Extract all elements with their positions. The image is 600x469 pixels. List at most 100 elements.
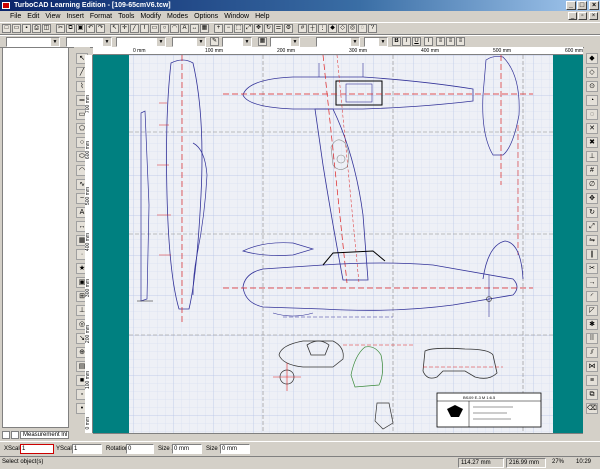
panel-tab-1[interactable] bbox=[2, 431, 10, 439]
grid-icon[interactable]: # bbox=[298, 24, 307, 33]
snap-icon[interactable]: ✛ bbox=[120, 24, 129, 33]
snap-mid-icon[interactable]: ◇ bbox=[338, 24, 347, 33]
menu-modes[interactable]: Modes bbox=[164, 11, 191, 22]
align-tool-icon[interactable]: ≡ bbox=[586, 375, 598, 386]
yscale-field[interactable]: 1 bbox=[72, 444, 102, 454]
menu-help[interactable]: Help bbox=[252, 11, 272, 22]
sizex-field[interactable]: 0 mm bbox=[172, 444, 202, 454]
snap-grid-icon[interactable]: ⋮ bbox=[318, 24, 327, 33]
break-tool-icon[interactable]: ⫽ bbox=[586, 347, 598, 358]
pen-style-combo[interactable] bbox=[116, 37, 166, 47]
mirror-tool-icon[interactable]: ⇋ bbox=[586, 235, 598, 246]
undo-icon[interactable]: ↶ bbox=[86, 24, 95, 33]
menu-format[interactable]: Format bbox=[87, 11, 115, 22]
explode-tool-icon[interactable]: ✱ bbox=[586, 319, 598, 330]
arc-icon[interactable]: ◠ bbox=[170, 24, 179, 33]
font-size-combo[interactable] bbox=[364, 37, 388, 47]
bold-icon[interactable]: B bbox=[392, 37, 401, 46]
zoom-out-icon[interactable]: − bbox=[224, 24, 233, 33]
snap-grid-icon[interactable]: # bbox=[586, 165, 598, 176]
snap-center-icon[interactable]: ⊙ bbox=[586, 81, 598, 92]
copy-icon[interactable]: ⧉ bbox=[66, 24, 75, 33]
menu-tools[interactable]: Tools bbox=[115, 11, 137, 22]
mdi-restore-button[interactable]: ▫ bbox=[578, 12, 587, 20]
snap-none-icon[interactable]: ∅ bbox=[586, 179, 598, 190]
delete-tool-icon[interactable]: ⌫ bbox=[586, 403, 598, 414]
hatch-icon[interactable]: ▦ bbox=[200, 24, 209, 33]
snap-tangent-icon[interactable]: ◌ bbox=[586, 109, 598, 120]
menu-modify[interactable]: Modify bbox=[137, 11, 164, 22]
font-combo[interactable] bbox=[316, 37, 360, 47]
dimension-icon[interactable]: ↔ bbox=[190, 24, 199, 33]
rotate-tool-icon[interactable]: ↻ bbox=[586, 207, 598, 218]
menu-edit[interactable]: Edit bbox=[24, 11, 42, 22]
menu-options[interactable]: Options bbox=[191, 11, 221, 22]
snap-tangent-icon[interactable]: ◌ bbox=[358, 24, 367, 33]
measurement-tab[interactable]: Measurement lnl bbox=[20, 431, 69, 439]
horizontal-scrollbar[interactable] bbox=[93, 433, 583, 440]
align-left-icon[interactable]: ≡ bbox=[436, 37, 445, 46]
text-icon[interactable]: A bbox=[180, 24, 189, 33]
app-icon[interactable] bbox=[2, 2, 10, 9]
mdi-minimize-button[interactable]: _ bbox=[568, 12, 577, 20]
fill-icon[interactable]: ▦ bbox=[258, 37, 267, 46]
color-combo[interactable] bbox=[66, 37, 112, 47]
help-icon[interactable]: ? bbox=[368, 24, 377, 33]
line-icon[interactable]: ╱ bbox=[130, 24, 139, 33]
brush-icon[interactable]: ✎ bbox=[210, 37, 219, 46]
snap-vertex-icon[interactable]: ◆ bbox=[328, 24, 337, 33]
snap-center-icon[interactable]: ◎ bbox=[348, 24, 357, 33]
polyline-icon[interactable]: ⌇ bbox=[140, 24, 149, 33]
join-tool-icon[interactable]: ⋈ bbox=[586, 361, 598, 372]
extend-tool-icon[interactable]: → bbox=[586, 277, 598, 288]
layer-combo[interactable] bbox=[6, 37, 60, 47]
snap-quadrant-icon[interactable]: ◔ bbox=[586, 95, 598, 106]
array-tool-icon[interactable]: ⠿ bbox=[586, 333, 598, 344]
cut-icon[interactable]: ✂ bbox=[56, 24, 65, 33]
close-button[interactable]: × bbox=[589, 1, 599, 10]
drawing-canvas[interactable]: Bf109 E-3 M 1:6.5 bbox=[93, 55, 583, 433]
ortho-icon[interactable]: ┼ bbox=[308, 24, 317, 33]
paste-icon[interactable]: ▣ bbox=[76, 24, 85, 33]
zoom-extents-icon[interactable]: ⤢ bbox=[244, 24, 253, 33]
rect-icon[interactable]: ▭ bbox=[150, 24, 159, 33]
select-icon[interactable]: ↖ bbox=[110, 24, 119, 33]
new-file-icon[interactable]: □ bbox=[2, 24, 11, 33]
print-icon[interactable]: ⎙ bbox=[32, 24, 41, 33]
rotation-field[interactable]: 0 bbox=[126, 444, 154, 454]
mdi-close-button[interactable]: × bbox=[589, 12, 598, 20]
preview-icon[interactable]: ◫ bbox=[42, 24, 51, 33]
selection-info-panel[interactable] bbox=[2, 47, 69, 428]
menu-view[interactable]: View bbox=[42, 11, 63, 22]
xscale-field[interactable]: 1 bbox=[20, 444, 54, 454]
maximize-button[interactable]: □ bbox=[577, 1, 587, 10]
menu-window[interactable]: Window bbox=[221, 11, 252, 22]
sizey-field[interactable]: 0 mm bbox=[220, 444, 250, 454]
align-center-icon[interactable]: ≡ bbox=[446, 37, 455, 46]
align-right-icon[interactable]: ≡ bbox=[456, 37, 465, 46]
snap-vertex-icon[interactable]: ◆ bbox=[586, 53, 598, 64]
menu-insert[interactable]: Insert bbox=[63, 11, 87, 22]
panel-tab-2[interactable] bbox=[11, 431, 19, 439]
save-icon[interactable]: ▪ bbox=[22, 24, 31, 33]
open-icon[interactable]: ▭ bbox=[12, 24, 21, 33]
menu-file[interactable]: File bbox=[0, 11, 24, 22]
pattern-combo[interactable] bbox=[270, 37, 300, 47]
snap-intersection-icon[interactable]: ✖ bbox=[586, 137, 598, 148]
layers-icon[interactable]: ☰ bbox=[274, 24, 283, 33]
underline-icon[interactable]: U bbox=[412, 37, 421, 46]
minimize-button[interactable]: _ bbox=[566, 1, 576, 10]
circle-icon[interactable]: ○ bbox=[160, 24, 169, 33]
move-tool-icon[interactable]: ✥ bbox=[586, 193, 598, 204]
fillet-tool-icon[interactable]: ◜ bbox=[586, 291, 598, 302]
zoom-in-icon[interactable]: + bbox=[214, 24, 223, 33]
snap-middle-icon[interactable]: ◇ bbox=[586, 67, 598, 78]
offset-tool-icon[interactable]: ∥ bbox=[586, 249, 598, 260]
chamfer-tool-icon[interactable]: ◸ bbox=[586, 305, 598, 316]
brush-combo[interactable] bbox=[222, 37, 252, 47]
snap-perpendicular-icon[interactable]: ⊥ bbox=[586, 151, 598, 162]
scale-tool-icon[interactable]: ⤢ bbox=[586, 221, 598, 232]
snap-nearest-icon[interactable]: ✕ bbox=[586, 123, 598, 134]
properties-icon[interactable]: ⚙ bbox=[284, 24, 293, 33]
width-combo[interactable] bbox=[172, 37, 206, 47]
